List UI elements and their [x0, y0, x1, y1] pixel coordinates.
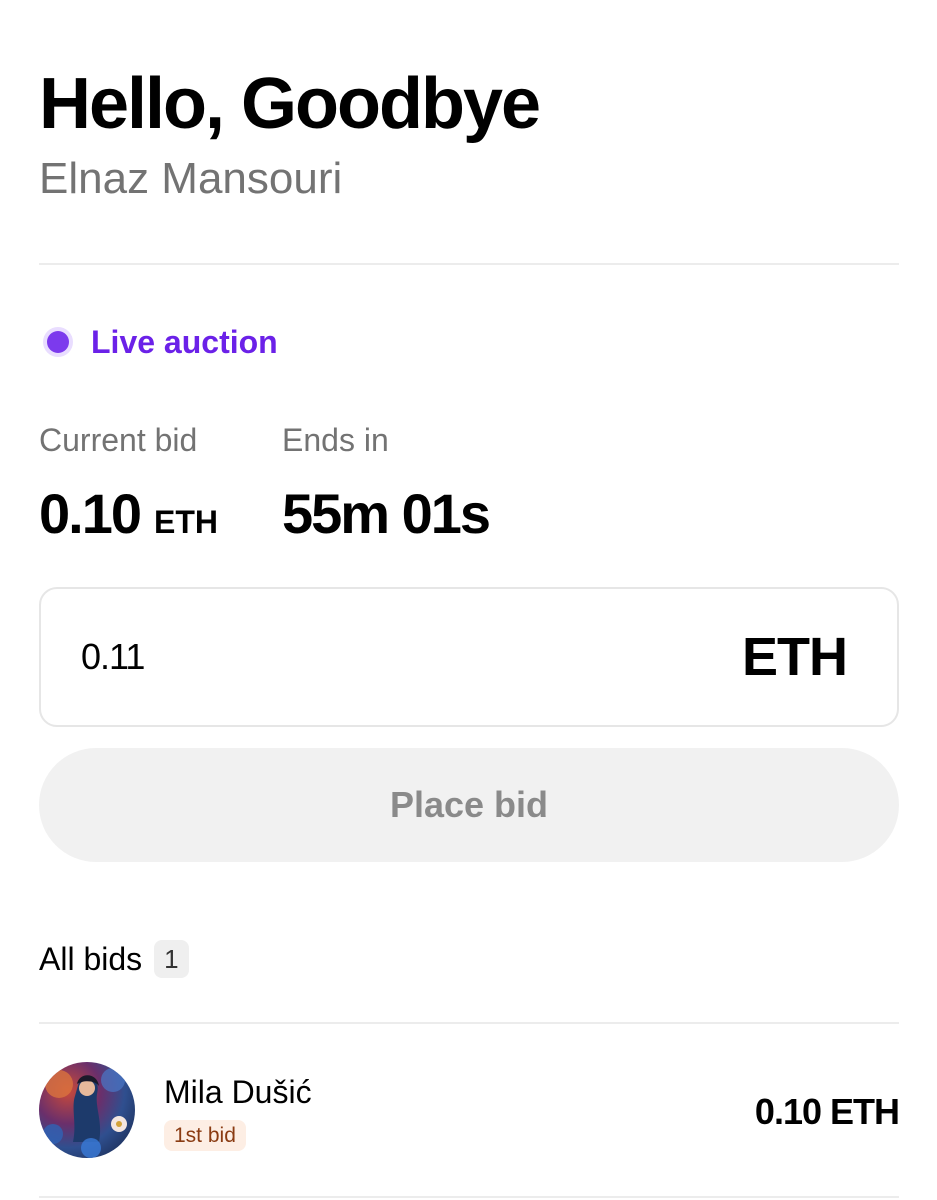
- bids-count-badge: 1: [154, 940, 189, 978]
- bid-amount: 0.10 ETH: [754, 1091, 900, 1132]
- ends-in-value: 55m 01s: [282, 482, 491, 545]
- live-auction-status: Live auction: [47, 326, 278, 358]
- current-bid-unit: ETH: [154, 504, 218, 540]
- all-bids-header: All bids 1: [39, 940, 189, 978]
- ends-in: Ends in 55m 01s: [282, 422, 491, 545]
- live-dot-icon: [47, 331, 69, 353]
- bid-currency-label: ETH: [742, 627, 848, 687]
- ends-in-label: Ends in: [282, 422, 389, 458]
- divider: [39, 1022, 899, 1024]
- bid-list-item[interactable]: Mila Dušić 1st bid 0.10 ETH: [39, 1062, 900, 1158]
- bidder-avatar[interactable]: [39, 1062, 135, 1158]
- divider: [39, 1196, 899, 1198]
- current-bid-value: 0.10 ETH: [39, 486, 218, 542]
- auction-page: Hello, Goodbye Elnaz Mansouri Live aucti…: [39, 0, 900, 1200]
- bid-amount-field[interactable]: ETH: [39, 587, 899, 727]
- avatar-artwork-icon: [43, 1068, 127, 1158]
- live-auction-label: Live auction: [91, 324, 278, 360]
- all-bids-title: All bids: [39, 941, 143, 977]
- current-bid: Current bid 0.10 ETH: [39, 424, 218, 542]
- place-bid-button[interactable]: Place bid: [39, 748, 899, 862]
- first-bid-badge: 1st bid: [164, 1120, 246, 1152]
- bidder-name[interactable]: Mila Dušić: [164, 1076, 312, 1108]
- current-bid-amount: 0.10: [39, 482, 142, 545]
- artwork-title: Hello, Goodbye: [39, 64, 541, 144]
- bid-amount-input[interactable]: [81, 636, 481, 678]
- current-bid-label: Current bid: [39, 422, 198, 458]
- artist-name[interactable]: Elnaz Mansouri: [39, 157, 342, 201]
- divider: [39, 263, 899, 265]
